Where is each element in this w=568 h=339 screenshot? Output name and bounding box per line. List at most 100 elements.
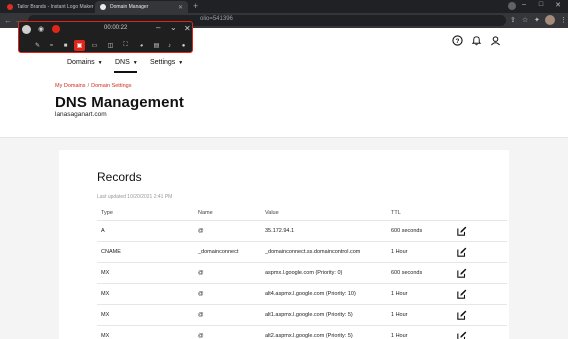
recorder-fullscreen-icon[interactable]: ⛶ — [120, 40, 131, 51]
chevron-down-icon: ▼ — [132, 59, 138, 66]
recording-timer: 00:00:22 — [104, 25, 128, 31]
breadcrumb-separator: / — [87, 83, 90, 89]
cell-type: MX — [101, 291, 110, 297]
edit-icon[interactable] — [457, 268, 467, 278]
recorder-menu-icon[interactable] — [22, 25, 31, 34]
nav-domains[interactable]: Domains ▼ — [67, 59, 103, 66]
cell-value: _domainconnect.ss.domaincontrol.com — [265, 249, 361, 255]
recorder-folder-icon[interactable]: ▤ — [151, 40, 162, 51]
records-title: Records — [97, 170, 142, 184]
column-header-type: Type — [101, 210, 113, 216]
camera-icon[interactable]: ◉ — [38, 25, 44, 33]
record-icon[interactable] — [52, 25, 60, 33]
minimize-icon[interactable]: – — [520, 1, 528, 9]
cell-type: MX — [101, 312, 110, 318]
breadcrumb-domain-settings[interactable]: Domain Settings — [91, 83, 131, 89]
notification-bell-icon[interactable] — [471, 35, 482, 46]
cell-type: MX — [101, 333, 110, 339]
browser-tab-tailor-brands[interactable]: Tailor Brands - Instant Logo Maker ✕ — [2, 1, 94, 13]
tailor-brands-favicon-icon — [7, 4, 13, 10]
cell-type: MX — [101, 270, 110, 276]
close-tab-icon[interactable]: ✕ — [93, 4, 94, 11]
cell-name: @ — [198, 333, 204, 339]
recorder-bottom-row: ✎ ≈ ■ ▣ ▭ ◫ ⛶ ◕ ▤ ♪ ● — [19, 38, 192, 53]
edit-icon[interactable] — [457, 247, 467, 257]
recorder-close-icon[interactable]: ✕ — [184, 24, 191, 33]
extensions-icon[interactable]: ✦ — [534, 16, 540, 24]
active-nav-indicator — [114, 71, 137, 73]
account-icon[interactable] — [490, 35, 501, 46]
recorder-top-row: ◉ 00:00:22 – ⌄ ✕ — [19, 22, 192, 36]
cell-value: alt1.aspmx.l.google.com (Priority: 5) — [265, 312, 353, 318]
screen-recorder-toolbar: ◉ 00:00:22 – ⌄ ✕ ✎ ≈ ■ ▣ ▭ ◫ ⛶ ◕ ▤ ♪ ● — [18, 21, 193, 53]
page-title: DNS Management — [55, 94, 184, 111]
table-row: MX @ alt2.aspmx.l.google.com (Priority: … — [97, 325, 507, 339]
help-icon[interactable]: ? — [452, 35, 463, 46]
cell-ttl: 600 seconds — [391, 270, 423, 276]
recorder-minimize-icon[interactable]: – — [156, 23, 160, 32]
maximize-icon[interactable]: □ — [537, 1, 545, 9]
recorder-pen-icon[interactable]: ✎ — [32, 40, 43, 51]
browser-tab-bar: Tailor Brands - Instant Logo Maker ✕ Dom… — [0, 0, 568, 13]
recorder-screen-area-icon[interactable]: ▣ — [74, 40, 85, 51]
recorder-window-icon[interactable]: ◫ — [105, 40, 116, 51]
cell-ttl: 1 Hour — [391, 312, 408, 318]
domain-name: lanasaganart.com — [55, 111, 107, 118]
breadcrumb-my-domains[interactable]: My Domains — [55, 83, 86, 89]
recorder-monitor-icon[interactable]: ▭ — [89, 40, 100, 51]
table-row: MX @ aspmx.l.google.com (Priority: 0) 60… — [97, 262, 507, 283]
recorder-collapse-icon[interactable]: ⌄ — [170, 23, 177, 32]
nav-settings[interactable]: Settings ▼ — [150, 59, 183, 66]
cell-value: 35.172.94.1 — [265, 228, 295, 234]
bookmark-star-icon[interactable]: ☆ — [522, 16, 528, 24]
profile-avatar[interactable] — [545, 15, 555, 25]
edit-icon[interactable] — [457, 226, 467, 236]
chrome-menu-icon[interactable]: ⋮ — [560, 16, 567, 24]
chevron-down-icon: ▼ — [97, 59, 103, 66]
table-row: MX @ alt1.aspmx.l.google.com (Priority: … — [97, 304, 507, 325]
column-header-ttl: TTL — [391, 210, 401, 216]
nav-label: DNS — [115, 59, 130, 66]
table-row: MX @ alt4.aspmx.l.google.com (Priority: … — [97, 283, 507, 304]
cell-value: alt4.aspmx.l.google.com (Priority: 10) — [265, 291, 356, 297]
back-icon[interactable]: ← — [4, 16, 12, 25]
cell-value: aspmx.l.google.com (Priority: 0) — [265, 270, 343, 276]
cell-value: alt2.aspmx.l.google.com (Priority: 5) — [265, 333, 353, 339]
edit-icon[interactable] — [457, 310, 467, 320]
recorder-wave-icon[interactable]: ≈ — [46, 40, 57, 51]
breadcrumb: My Domains / Domain Settings — [55, 83, 131, 89]
last-updated-text: Last updated 10/20/2021 2:41 PM — [97, 194, 173, 200]
tab-title: Tailor Brands - Instant Logo Maker — [17, 4, 94, 10]
url-text: olio=541396 — [200, 16, 233, 22]
cell-type: CNAME — [101, 249, 121, 255]
cell-name: _domainconnect — [198, 249, 239, 255]
recorder-mic-icon[interactable]: ● — [178, 40, 189, 51]
window-close-icon[interactable]: ✕ — [554, 1, 562, 9]
nav-dns[interactable]: DNS ▼ — [115, 59, 138, 66]
column-header-value: Value — [265, 210, 279, 216]
table-row: CNAME _domainconnect _domainconnect.ss.d… — [97, 241, 507, 262]
recorder-eye-icon[interactable]: ◕ — [136, 40, 147, 51]
svg-text:?: ? — [456, 38, 460, 45]
chevron-down-icon: ▼ — [178, 59, 184, 66]
edit-icon[interactable] — [457, 289, 467, 299]
browser-tab-domain-manager[interactable]: Domain Manager ✕ — [95, 1, 188, 13]
cell-ttl: 1 Hour — [391, 333, 408, 339]
window-controls: – □ ✕ — [520, 1, 562, 9]
share-icon[interactable]: ⇪ — [510, 16, 516, 24]
table-row: A @ 35.172.94.1 600 seconds — [97, 220, 507, 241]
new-tab-icon[interactable]: + — [193, 2, 198, 11]
cell-type: A — [101, 228, 105, 234]
recorder-camera-mode-icon[interactable]: ■ — [60, 40, 71, 51]
cell-ttl: 600 seconds — [391, 228, 423, 234]
cell-name: @ — [198, 228, 204, 234]
cell-ttl: 1 Hour — [391, 249, 408, 255]
nav-label: Settings — [150, 59, 176, 66]
close-tab-icon[interactable]: ✕ — [175, 4, 183, 11]
tab-title: Domain Manager — [110, 4, 149, 10]
godaddy-favicon-icon — [100, 4, 106, 10]
edit-icon[interactable] — [457, 331, 467, 339]
nav-label: Domains — [67, 59, 95, 66]
tab-search-icon[interactable] — [508, 2, 516, 10]
recorder-audio-icon[interactable]: ♪ — [164, 40, 175, 51]
